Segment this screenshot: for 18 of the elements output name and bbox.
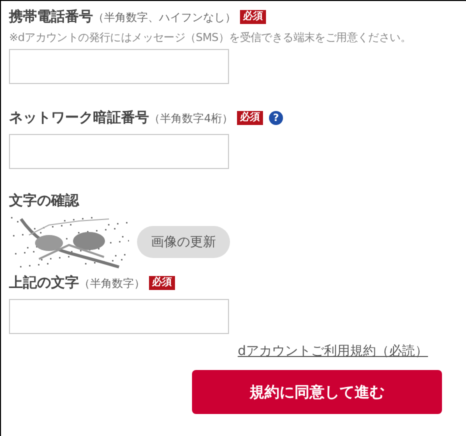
terms-link[interactable]: dアカウントご利用規約（必読） <box>238 342 428 360</box>
field-label: 文字の確認 <box>9 192 79 210</box>
field-hint: （半角数字） <box>79 276 145 290</box>
field-hint: （半角数字、ハイフンなし） <box>93 10 236 24</box>
required-badge: 必須 <box>240 10 266 24</box>
field-note: ※dアカウントの発行にはメッセージ（SMS）を受信できる端末をご用意ください。 <box>9 30 412 45</box>
required-badge: 必須 <box>237 111 263 125</box>
input-field[interactable] <box>9 134 229 169</box>
field-hint: （半角数字4桁） <box>149 110 233 126</box>
help-icon[interactable]: ? <box>269 111 283 125</box>
field-label: ネットワーク暗証番号 <box>9 109 149 127</box>
input-field[interactable] <box>9 299 229 334</box>
field-label: 携帯電話番号 <box>9 8 93 26</box>
input-field[interactable] <box>9 49 229 84</box>
refresh-image-button[interactable]: 画像の更新 <box>137 226 230 258</box>
agree-button[interactable]: 規約に同意して進む <box>192 370 442 414</box>
required-badge: 必須 <box>149 276 175 290</box>
field-label: 上記の文字 <box>9 274 79 292</box>
